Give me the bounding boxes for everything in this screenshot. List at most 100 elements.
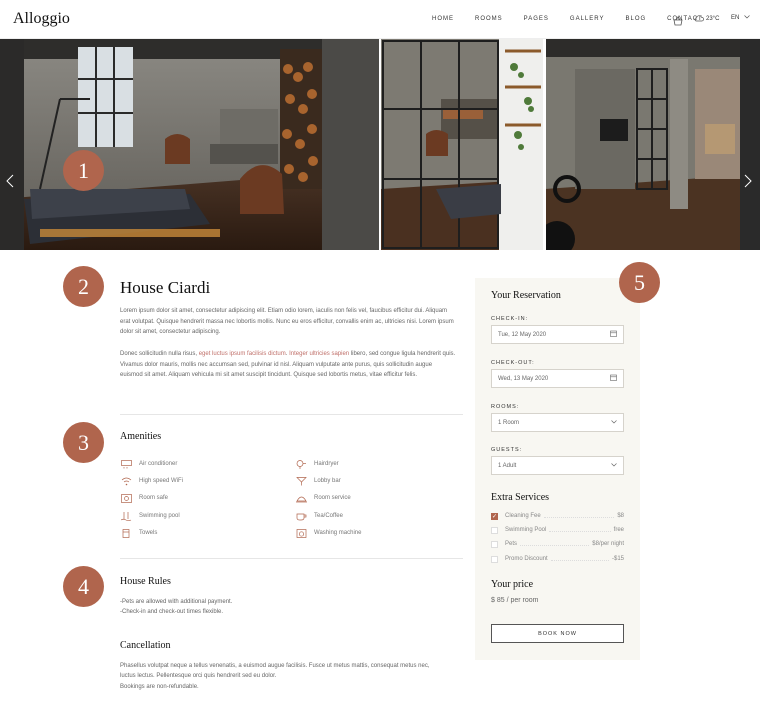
amenity-label: Swimming pool — [139, 513, 180, 519]
towel-icon — [120, 528, 132, 538]
service-price: -$15 — [611, 556, 624, 562]
washing-machine-icon — [295, 528, 307, 538]
chevron-right-icon — [744, 174, 752, 188]
calendar-icon — [610, 330, 617, 339]
guests-label: GUESTS: — [491, 447, 523, 453]
amenity-item: High speed WiFi — [120, 476, 183, 486]
desc-accent-link[interactable]: eget luctus ipsum facilisis dictum — [199, 351, 286, 357]
cancellation-title: Cancellation — [120, 640, 171, 651]
guests-value: 1 Adult — [498, 462, 517, 469]
gallery-photo-loft[interactable] — [545, 39, 760, 250]
rooms-select[interactable]: 1 Room — [491, 413, 624, 432]
desc-accent-link[interactable]: Integer ultricies sapien — [289, 351, 349, 357]
language-label: EN — [731, 15, 740, 21]
marker-1: 1 — [63, 150, 104, 191]
cocktail-icon — [295, 476, 307, 486]
amenity-label: Hairdryer — [314, 461, 339, 467]
desc-text: Donec sollicitudin nulla risus, — [120, 351, 199, 357]
service-name: Cleaning Fee — [505, 513, 541, 519]
nav-pages[interactable]: PAGES — [524, 16, 549, 22]
gallery-prev-arrow[interactable] — [6, 174, 14, 191]
amenity-item: Lobby bar — [295, 476, 341, 486]
room-description-2: Donec sollicitudin nulla risus, eget luc… — [120, 349, 456, 381]
room-title: House Ciardi — [120, 278, 211, 297]
marker-2: 2 — [63, 266, 104, 307]
checkout-field[interactable]: Wed, 13 May 2020 — [491, 369, 624, 388]
amenity-label: Room safe — [139, 495, 169, 501]
checkbox[interactable] — [491, 526, 498, 534]
checkbox[interactable] — [491, 540, 498, 548]
room-description-1: Lorem ipsum dolor sit amet, consectetur … — [120, 308, 454, 336]
amenity-item: Towels — [120, 528, 157, 538]
dotted-leader — [520, 542, 590, 546]
service-price: free — [613, 527, 624, 533]
marker-5: 5 — [619, 262, 660, 303]
checkbox-checked[interactable]: ✓ — [491, 512, 498, 520]
gallery-next-arrow[interactable] — [744, 174, 752, 191]
service-promo[interactable]: Promo Discount -$15 — [491, 554, 624, 564]
service-price: $8/per night — [592, 541, 624, 547]
divider — [120, 414, 463, 415]
cancellation-line: luctus lectus. Pellentesque orci quis he… — [120, 673, 277, 679]
checkout-label: CHECK-OUT: — [491, 360, 535, 366]
air-conditioner-icon — [120, 459, 132, 469]
price-title: Your price — [491, 579, 534, 590]
logo[interactable]: Alloggio — [13, 10, 70, 28]
amenities-title: Amenities — [120, 431, 162, 442]
rooms-value: 1 Room — [498, 419, 520, 426]
cancellation-line: Bookings are non-refundable. — [120, 684, 199, 690]
reservation-title: Your Reservation — [491, 290, 561, 301]
nav-blog[interactable]: BLOG — [625, 16, 646, 22]
guests-select[interactable]: 1 Adult — [491, 456, 624, 475]
dotted-leader — [549, 528, 611, 532]
divider — [120, 558, 463, 559]
gallery-photo-partition[interactable] — [381, 39, 543, 250]
gallery-photo-bedroom[interactable] — [0, 39, 379, 250]
marker-3: 3 — [63, 422, 104, 463]
reservation-panel: Your Reservation CHECK-IN: Tue, 12 May 2… — [475, 278, 640, 660]
nav-gallery[interactable]: GALLERY — [570, 16, 605, 22]
checkin-field[interactable]: Tue, 12 May 2020 — [491, 325, 624, 344]
pool-icon — [120, 511, 132, 521]
amenity-item: Swimming pool — [120, 511, 180, 521]
chevron-down-icon — [744, 15, 750, 21]
nav-home[interactable]: HOME — [432, 16, 454, 22]
checkbox[interactable] — [491, 555, 498, 563]
language-selector[interactable]: EN — [731, 15, 750, 21]
amenity-item: Air conditioner — [120, 459, 177, 469]
cloud-icon — [694, 14, 704, 24]
service-name: Swimming Pool — [505, 527, 547, 533]
amenity-item: Room safe — [120, 493, 168, 503]
service-pets[interactable]: Pets $8/per night — [491, 539, 624, 549]
wifi-icon — [120, 476, 132, 486]
amenity-item: Room service — [295, 493, 351, 503]
calendar-icon — [610, 374, 617, 383]
cup-icon — [295, 511, 307, 521]
amenity-label: High speed WiFi — [139, 478, 184, 484]
service-pool[interactable]: Swimming Pool free — [491, 525, 624, 535]
dotted-leader — [543, 514, 615, 518]
chevron-down-icon — [611, 462, 617, 469]
rooms-label: ROOMS: — [491, 404, 520, 410]
site-header: Alloggio HOME ROOMS PAGES GALLERY BLOG C… — [0, 0, 760, 39]
temperature: 23°C — [706, 16, 720, 22]
service-name: Pets — [505, 541, 518, 547]
basket-icon[interactable] — [673, 13, 683, 31]
amenity-item: Tea/Coffee — [295, 511, 343, 521]
house-rule-line: -Pets are allowed with additional paymen… — [120, 599, 233, 605]
cancellation-line: Phasellus volutpat neque a tellus venena… — [120, 663, 430, 669]
chevron-down-icon — [611, 419, 617, 426]
service-cleaning[interactable]: ✓ Cleaning Fee $8 — [491, 511, 624, 521]
dotted-leader — [550, 557, 609, 561]
price-value: $ 85 / per room — [491, 597, 539, 604]
amenity-label: Towels — [139, 530, 158, 536]
house-rule-line: -Check-in and check-out times flexible. — [120, 609, 224, 615]
hairdryer-icon — [295, 459, 307, 469]
room-gallery — [0, 39, 760, 250]
amenity-label: Room service — [314, 495, 351, 501]
book-now-button[interactable]: BOOK NOW — [491, 624, 624, 643]
weather-widget: 23°C — [694, 14, 719, 24]
service-name: Promo Discount — [505, 556, 548, 562]
extra-services-title: Extra Services — [491, 492, 550, 503]
nav-rooms[interactable]: ROOMS — [475, 16, 503, 22]
